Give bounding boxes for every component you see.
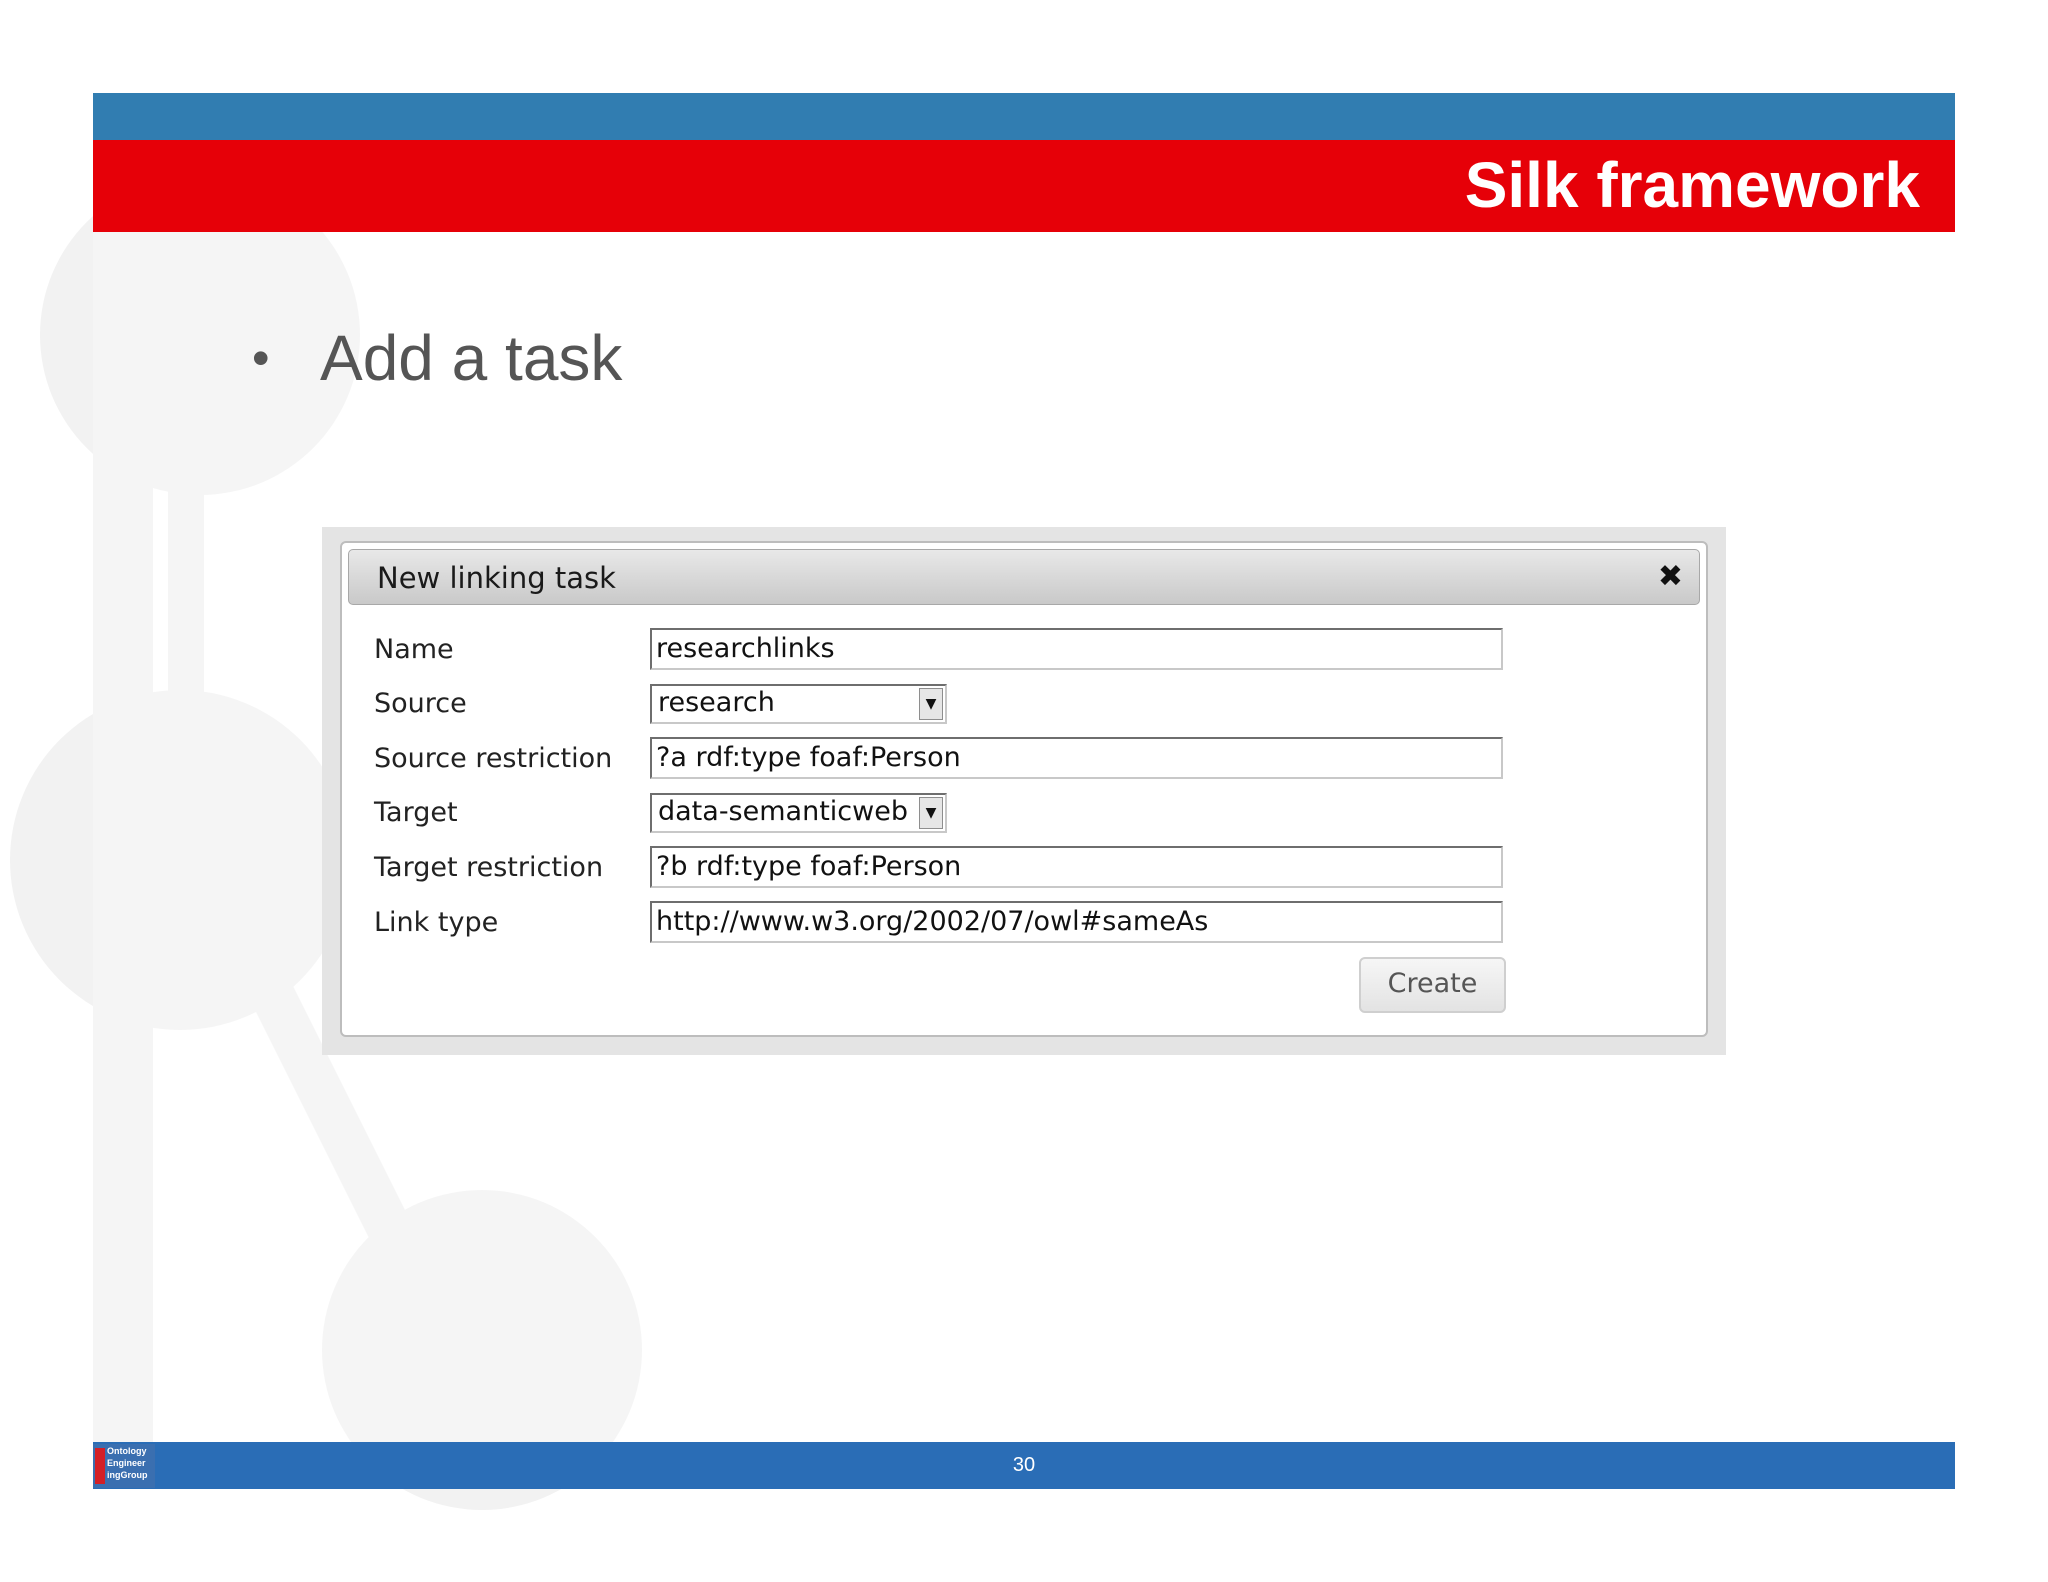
source-label: Source [374, 688, 467, 719]
link-type-label: Link type [374, 907, 499, 938]
source-select[interactable]: research ▼ [650, 684, 947, 724]
header-blue-band [93, 93, 1955, 140]
source-restriction-input[interactable]: ?a rdf:type foaf:Person [650, 737, 1503, 779]
dialog-titlebar[interactable]: New linking task ✖ [348, 549, 1700, 605]
page-number: 30 [1012, 1454, 1036, 1476]
target-select-value: data-semanticweb [658, 796, 908, 827]
chevron-down-icon[interactable]: ▼ [919, 688, 943, 720]
source-restriction-label: Source restriction [374, 743, 613, 774]
name-input[interactable]: researchlinks [650, 628, 1503, 670]
bullet-text: Add a task [320, 322, 623, 394]
logo-mark [95, 1448, 105, 1484]
target-restriction-input[interactable]: ?b rdf:type foaf:Person [650, 846, 1503, 888]
name-label: Name [374, 634, 454, 665]
target-select[interactable]: data-semanticweb ▼ [650, 793, 947, 833]
oeg-logo: Ontology Engineer ingGroup [93, 1444, 155, 1488]
link-type-input[interactable]: http://www.w3.org/2002/07/owl#sameAs [650, 901, 1503, 943]
dialog-title: New linking task [377, 561, 616, 595]
create-button[interactable]: Create [1359, 957, 1506, 1013]
footer-bar: 30 [93, 1442, 1955, 1489]
logo-text: Ontology Engineer ingGroup [107, 1446, 148, 1480]
target-label: Target [374, 797, 458, 828]
source-select-value: research [658, 687, 775, 718]
chevron-down-icon[interactable]: ▼ [919, 797, 943, 829]
bullet-dot: • [252, 330, 270, 386]
slide-title: Silk framework [1464, 149, 1920, 221]
target-restriction-label: Target restriction [374, 852, 604, 883]
close-icon[interactable]: ✖ [1658, 562, 1683, 592]
